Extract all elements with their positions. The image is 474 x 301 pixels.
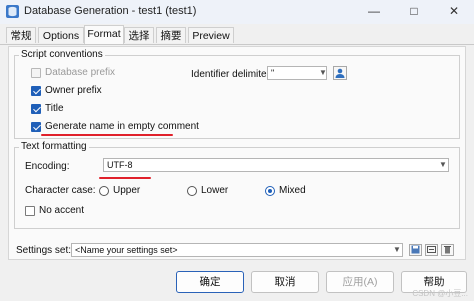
delete-icon[interactable] bbox=[441, 244, 454, 256]
cancel-button[interactable]: 取消 bbox=[251, 271, 319, 293]
database-prefix-label: Database prefix bbox=[45, 67, 116, 78]
text-formatting-group: Text formatting Encoding: UTF-8 ▼ Charac… bbox=[14, 141, 460, 229]
tab-format[interactable]: Format bbox=[84, 25, 124, 44]
script-conventions-group: Script conventions Database prefix Owner… bbox=[14, 49, 460, 139]
no-accent-label: No accent bbox=[39, 205, 85, 216]
text-formatting-legend: Text formatting bbox=[19, 141, 89, 152]
encoding-label: Encoding: bbox=[25, 161, 70, 172]
highlight-underline bbox=[41, 134, 173, 136]
chevron-down-icon[interactable]: ▼ bbox=[319, 68, 327, 77]
title-label: Title bbox=[45, 103, 64, 114]
close-button[interactable]: ✕ bbox=[434, 0, 474, 24]
case-upper-radio[interactable] bbox=[99, 186, 109, 196]
title-bar: Database Generation - test1 (test1) — □ … bbox=[0, 0, 474, 24]
apply-button[interactable]: 应用(A) bbox=[326, 271, 394, 293]
ok-button[interactable]: 确定 bbox=[176, 271, 244, 293]
character-case-label: Character case: bbox=[25, 185, 96, 196]
no-accent-checkbox[interactable] bbox=[25, 206, 35, 216]
owner-prefix-checkbox[interactable] bbox=[31, 86, 41, 96]
identifier-delimiter-field[interactable]: " bbox=[267, 66, 327, 80]
minimize-button[interactable]: — bbox=[354, 0, 394, 24]
highlight-underline bbox=[99, 177, 151, 179]
case-mixed-radio[interactable] bbox=[265, 186, 275, 196]
owner-prefix-label: Owner prefix bbox=[45, 85, 102, 96]
save-icon[interactable] bbox=[409, 244, 422, 256]
tab-general[interactable]: 常规 bbox=[6, 27, 36, 43]
tab-selection[interactable]: 选择 bbox=[124, 27, 154, 43]
window-title: Database Generation - test1 (test1) bbox=[24, 5, 197, 17]
user-icon[interactable] bbox=[333, 66, 347, 80]
generate-name-checkbox[interactable] bbox=[31, 122, 41, 132]
settings-set-select[interactable]: <Name your settings set> bbox=[71, 243, 403, 257]
database-icon bbox=[6, 5, 19, 18]
maximize-button[interactable]: □ bbox=[394, 0, 434, 24]
chevron-down-icon[interactable]: ▼ bbox=[439, 160, 447, 169]
case-lower-label: Lower bbox=[201, 185, 229, 196]
case-lower-radio[interactable] bbox=[187, 186, 197, 196]
tab-options[interactable]: Options bbox=[38, 27, 84, 43]
case-mixed-label: Mixed bbox=[279, 185, 306, 196]
database-prefix-checkbox[interactable] bbox=[31, 68, 41, 78]
script-conventions-legend: Script conventions bbox=[19, 49, 105, 60]
rename-icon[interactable] bbox=[425, 244, 438, 256]
watermark: CSDN @小豆... bbox=[412, 289, 468, 298]
tab-summary[interactable]: 摘要 bbox=[156, 27, 186, 43]
case-upper-label: Upper bbox=[113, 185, 141, 196]
title-checkbox[interactable] bbox=[31, 104, 41, 114]
identifier-delimiter-label: Identifier delimiter: bbox=[191, 69, 273, 80]
encoding-select[interactable]: UTF-8 bbox=[103, 158, 449, 172]
tab-bar: 常规 Options Format 选择 摘要 Preview bbox=[0, 25, 474, 45]
chevron-down-icon[interactable]: ▼ bbox=[393, 245, 401, 254]
format-panel: Script conventions Database prefix Owner… bbox=[8, 46, 466, 260]
generate-name-label: Generate name in empty comment bbox=[45, 121, 199, 132]
settings-set-label: Settings set: bbox=[16, 245, 72, 256]
tab-preview[interactable]: Preview bbox=[188, 27, 234, 43]
